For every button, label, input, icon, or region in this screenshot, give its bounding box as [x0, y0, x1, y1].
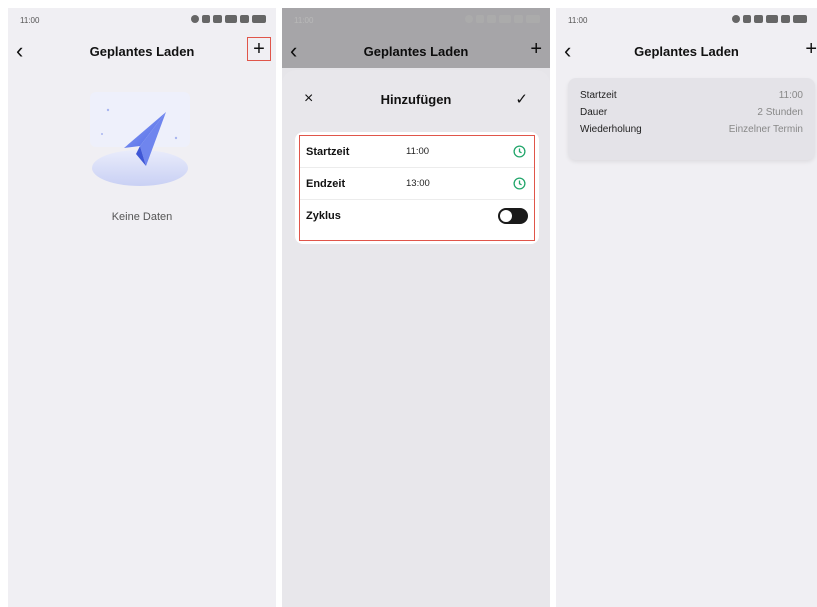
schedule-card[interactable]: Startzeit 11:00 Dauer 2 Stunden Wiederho…	[568, 78, 815, 160]
wifi-icon	[240, 15, 249, 23]
end-time-value: 13:00	[406, 178, 430, 189]
sim-icon	[754, 15, 763, 23]
cycle-label: Zyklus	[306, 210, 341, 222]
signal-icon	[225, 15, 237, 23]
empty-state-text: Keine Daten	[111, 211, 173, 223]
start-time-label: Startzeit	[306, 146, 350, 158]
nav-bar: ‹ Geplantes Laden +	[556, 38, 817, 66]
battery-icon	[793, 15, 807, 23]
signal-icon	[766, 15, 778, 23]
status-bar: 11:00	[8, 8, 276, 30]
sheet-header: × Hinzufügen ✓	[282, 88, 550, 112]
status-icons	[191, 15, 266, 23]
battery-icon	[252, 15, 266, 23]
alarm-icon	[732, 15, 740, 23]
start-time-value: 11:00	[406, 146, 430, 157]
status-time: 11:00	[568, 16, 588, 25]
wifi-icon	[781, 15, 790, 23]
cycle-row: Zyklus	[300, 200, 534, 232]
status-icons	[732, 15, 807, 23]
schedule-row-start: Startzeit 11:00	[580, 88, 803, 105]
schedule-form: Startzeit 11:00 Endzeit 13:00 Zyklus	[295, 132, 539, 244]
schedule-row-duration: Dauer 2 Stunden	[580, 105, 803, 122]
duration-value: 2 Stunden	[757, 107, 803, 118]
start-time-row[interactable]: Startzeit 11:00	[300, 136, 534, 168]
confirm-button[interactable]: ✓	[515, 90, 528, 108]
start-time-label: Startzeit	[580, 90, 617, 101]
data-speed-icon	[743, 15, 751, 23]
empty-state-illustration	[90, 92, 190, 186]
end-time-label: Endzeit	[306, 178, 346, 190]
nav-bar: ‹ Geplantes Laden +	[8, 37, 276, 66]
form-highlight: Startzeit 11:00 Endzeit 13:00 Zyklus	[299, 135, 535, 241]
clock-icon[interactable]	[513, 177, 526, 190]
modal-overlay	[282, 8, 550, 68]
add-button[interactable]: +	[805, 38, 817, 60]
add-schedule-sheet: × Hinzufügen ✓ Startzeit 11:00 Endzeit 1…	[282, 70, 550, 607]
repeat-label: Wiederholung	[580, 124, 642, 135]
screen-empty-schedule: 11:00 ‹ Geplantes Laden + Keine Daten	[8, 8, 276, 607]
repeat-value: Einzelner Termin	[728, 124, 803, 135]
sim-icon	[213, 15, 222, 23]
page-title: Geplantes Laden	[634, 44, 739, 59]
alarm-icon	[191, 15, 199, 23]
schedule-row-repeat: Wiederholung Einzelner Termin	[580, 122, 803, 139]
sheet-title: Hinzufügen	[380, 92, 452, 107]
toggle-knob	[500, 210, 512, 222]
cycle-toggle[interactable]	[498, 208, 528, 224]
add-button[interactable]: +	[247, 37, 271, 61]
duration-label: Dauer	[580, 107, 608, 118]
end-time-row[interactable]: Endzeit 13:00	[300, 168, 534, 200]
page-title: Geplantes Laden	[89, 44, 195, 59]
status-bar: 11:00	[556, 8, 817, 30]
screen-schedule-list: 11:00 ‹ Geplantes Laden + Startzeit 11:0…	[556, 8, 817, 607]
data-speed-icon	[202, 15, 210, 23]
status-time: 11:00	[20, 16, 40, 25]
screen-add-schedule: 11:00 ‹ Geplantes Laden + × Hinzufügen ✓…	[282, 8, 550, 607]
start-time-value: 11:00	[778, 90, 803, 101]
clock-icon[interactable]	[513, 145, 526, 158]
